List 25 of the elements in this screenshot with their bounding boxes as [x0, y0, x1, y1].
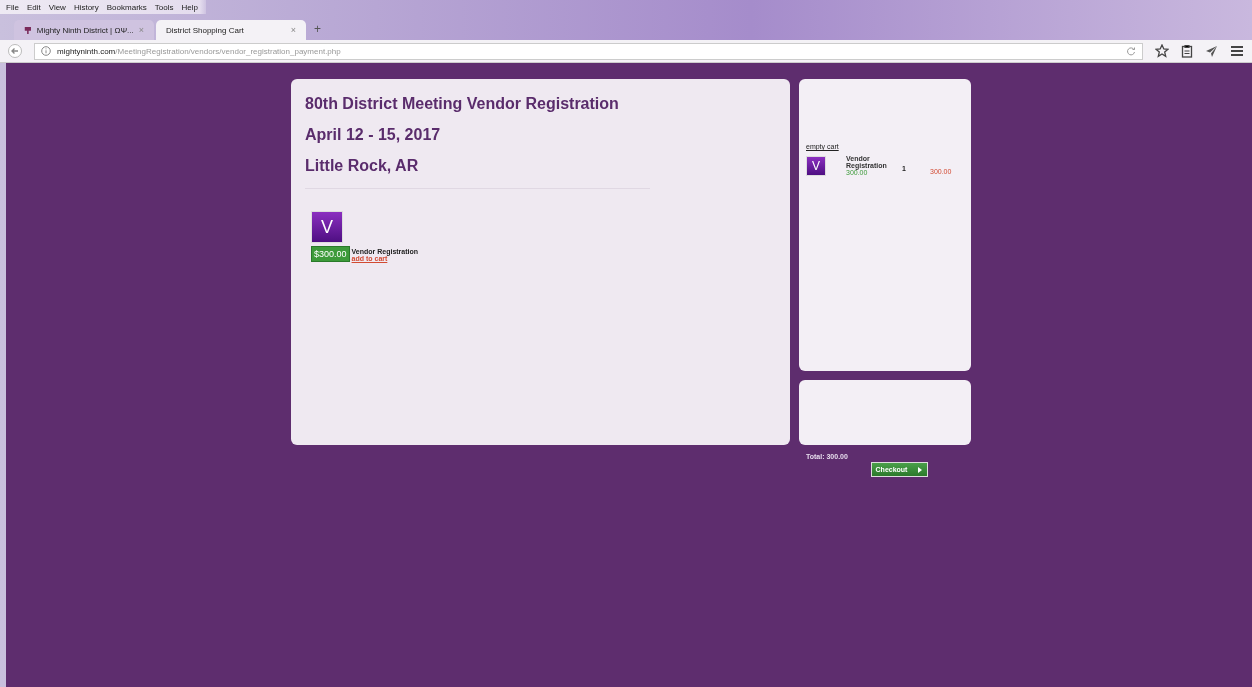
menu-item[interactable]: Help	[181, 2, 198, 12]
menu-item[interactable]: View	[48, 2, 66, 12]
send-icon[interactable]	[1205, 44, 1218, 58]
browser-tab[interactable]: Mighty Ninth District | ΩΨ... ×	[14, 20, 154, 40]
back-icon[interactable]	[8, 44, 22, 58]
menu-item[interactable]: Bookmarks	[106, 2, 147, 12]
menu-icon[interactable]	[1230, 45, 1244, 57]
info-icon	[41, 46, 51, 56]
menu-item[interactable]: Edit	[26, 2, 41, 12]
star-icon[interactable]	[1155, 44, 1169, 58]
pin-icon	[24, 25, 32, 35]
event-location: Little Rock, AR	[305, 157, 420, 175]
clipboard-icon[interactable]	[1181, 44, 1193, 58]
event-dates: April 12 - 15, 2017	[305, 126, 442, 144]
browser-tab[interactable]: District Shopping Cart ×	[156, 20, 306, 40]
new-tab-button[interactable]: +	[308, 22, 327, 40]
event-title: 80th District Meeting Vendor Registration	[305, 95, 620, 113]
address-field[interactable]: mightyninth.com/MeetingRegistration/vendors/vendor_registration_payment.php	[34, 42, 1143, 60]
play-icon	[917, 466, 924, 473]
menu-item[interactable]: History	[73, 2, 99, 12]
item-tile: V	[806, 156, 826, 176]
price-tag: $300.00	[311, 246, 350, 262]
menu-item[interactable]: Tools	[154, 2, 174, 12]
menu-item[interactable]: File	[6, 2, 19, 12]
product-tile: V	[311, 211, 343, 243]
